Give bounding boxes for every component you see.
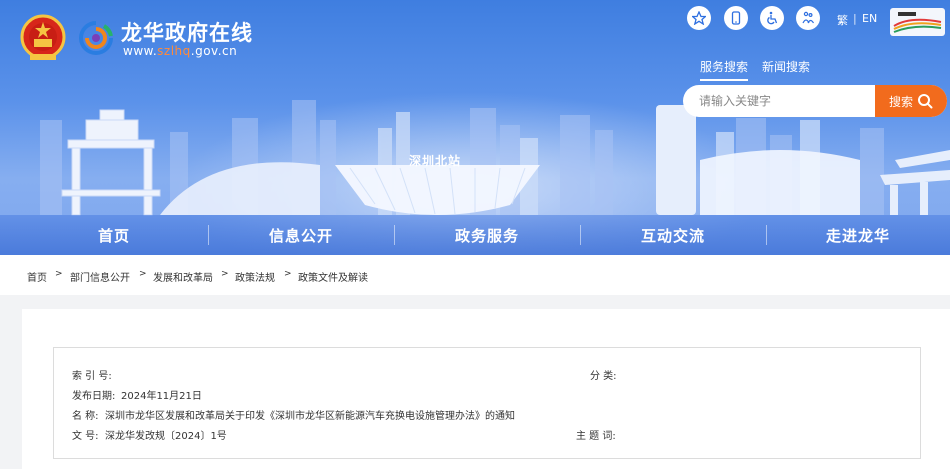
main-nav: 首页 信息公开 政务服务 互动交流 走进龙华 [0,215,950,255]
document-number-value: 深龙华发改规〔2024〕1号 [105,431,227,442]
breadcrumb-item-dept-info[interactable]: 部门信息公开 [70,269,130,284]
wheelchair-icon [767,11,778,25]
site-title[interactable]: 龙华政府在线 [121,17,253,47]
breadcrumb-separator: > [284,269,292,279]
station-sign: 深圳北站 [409,154,462,168]
publish-date-value: 2024年11月21日 [121,391,202,402]
search-tab-service[interactable]: 服务搜索 [700,58,749,81]
document-info-box: 索 引 号: 分 类: 发布日期: 2024年11月21日 名 称: 深圳市龙华… [53,347,921,459]
document-name-label: 名 称: [72,411,99,422]
search-button-label: 搜索 [888,94,913,109]
lang-separator: | [853,12,857,25]
elderly-care-button[interactable] [796,6,820,30]
search-icon [918,94,933,109]
document-name-value: 深圳市龙华区发展和改革局关于印发《深圳市龙华区新能源汽车充换电设施管理办法》的通… [105,411,515,422]
breadcrumb-item-home[interactable]: 首页 [27,269,47,284]
breadcrumb-item-drc[interactable]: 发展和改革局 [153,269,213,284]
index-number-label: 索 引 号: [72,371,112,382]
search-box: 搜索 [683,85,947,117]
breadcrumb-item-policies[interactable]: 政策法规 [235,269,275,284]
national-emblem-icon [20,14,66,60]
accessibility-star-icon [692,11,706,25]
nav-home[interactable]: 首页 [20,215,208,255]
subject-keywords-label: 主 题 词: [576,431,616,442]
barrier-free-button[interactable] [760,6,784,30]
category-label: 分 类: [590,371,617,382]
lang-english-link[interactable]: EN [862,12,877,25]
site-domain: www.szlhq.gov.cn [123,44,238,58]
search-button[interactable]: 搜索 [875,85,947,117]
partner-logo-icon[interactable] [890,8,945,36]
publish-date-label: 发布日期: [72,391,116,402]
breadcrumb-separator: > [221,269,229,279]
breadcrumb: 首页 > 部门信息公开 > 发展和改革局 > 政策法规 > 政策文件及解读 [0,255,950,295]
mobile-icon [731,11,741,25]
search-input[interactable] [699,85,869,117]
longhua-logo-icon [79,21,113,55]
breadcrumb-item-policy-docs[interactable]: 政策文件及解读 [298,269,368,284]
header-banner: 龙华政府在线 www.szlhq.gov.cn 繁 | EN 服务搜索 新闻搜索… [0,0,950,255]
elderly-care-icon [802,11,815,24]
nav-about-longhua[interactable]: 走进龙华 [766,215,950,255]
nav-government-services[interactable]: 政务服务 [394,215,580,255]
accessibility-star-button[interactable] [687,6,711,30]
search-tab-news[interactable]: 新闻搜索 [762,58,810,79]
nav-interaction[interactable]: 互动交流 [580,215,766,255]
nav-info-disclosure[interactable]: 信息公开 [208,215,394,255]
breadcrumb-separator: > [55,269,63,279]
lang-traditional-link[interactable]: 繁 [837,12,848,28]
document-number-label: 文 号: [72,431,99,442]
mobile-version-button[interactable] [724,6,748,30]
breadcrumb-separator: > [139,269,147,279]
